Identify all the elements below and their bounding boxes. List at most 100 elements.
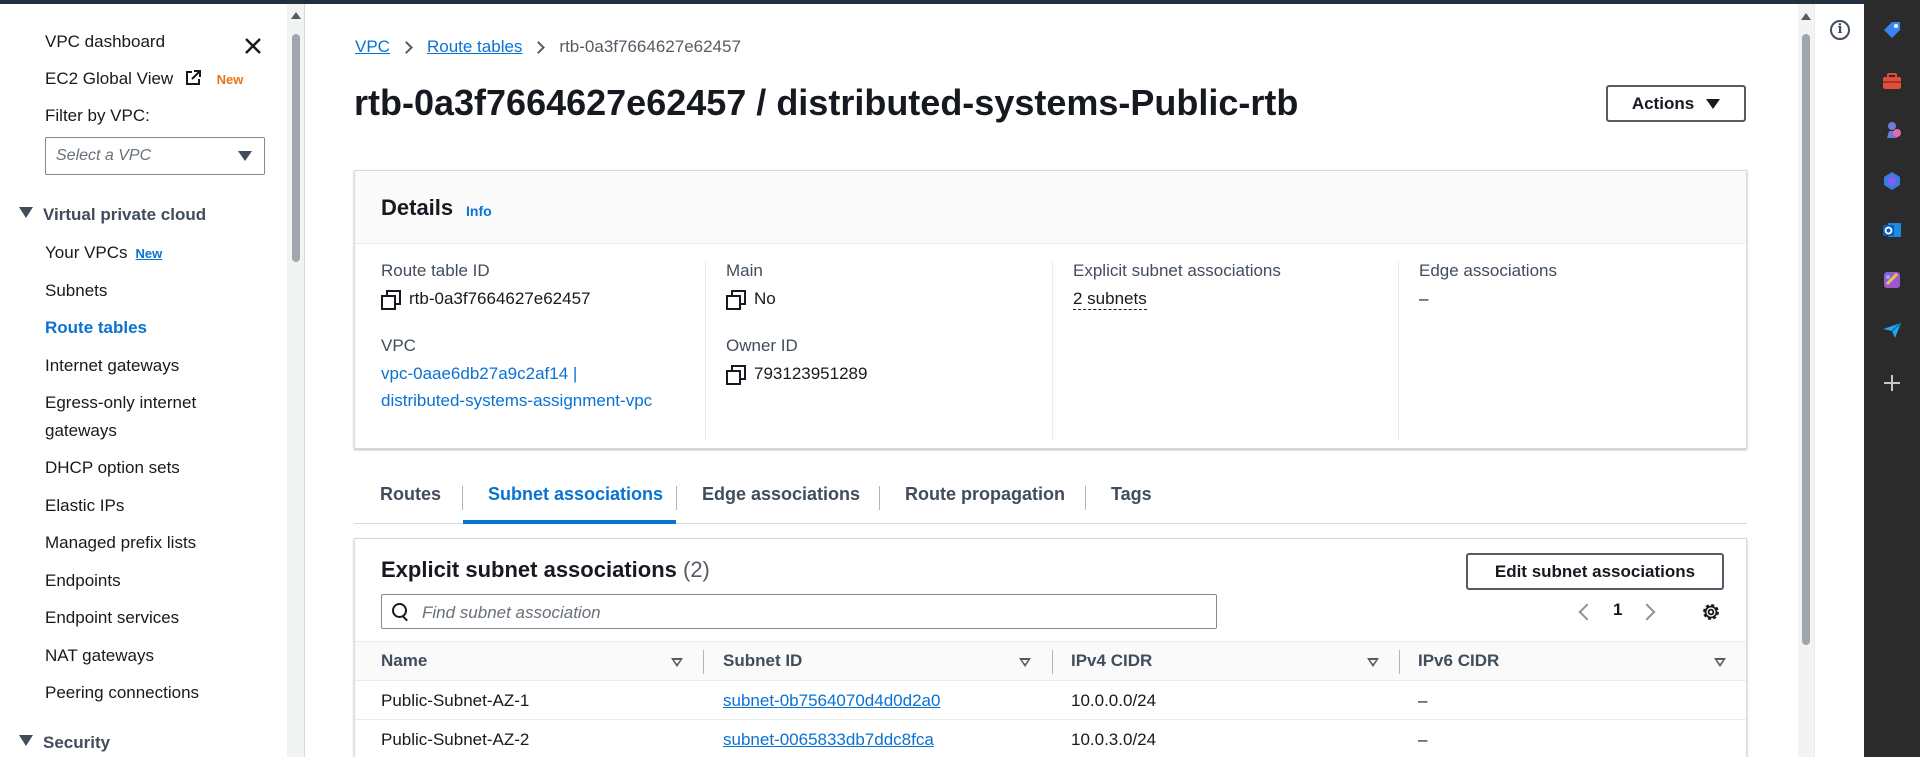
- column-separator[interactable]: [1399, 650, 1400, 674]
- nav-elastic-ips[interactable]: Elastic IPs: [45, 496, 124, 516]
- nav-internet-gateways[interactable]: Internet gateways: [45, 356, 179, 376]
- chess-icon[interactable]: [1881, 119, 1903, 141]
- owner-id-label: Owner ID: [726, 336, 798, 355]
- scroll-up-icon[interactable]: [291, 12, 301, 19]
- copy-icon[interactable]: [726, 290, 746, 310]
- actions-button[interactable]: Actions: [1606, 85, 1746, 122]
- nav-your-vpcs[interactable]: Your VPCs New: [45, 243, 162, 263]
- owner-id-value: 793123951289: [726, 364, 867, 385]
- chevron-right-icon[interactable]: [1638, 603, 1656, 621]
- breadcrumb-current: rtb-0a3f7664627e62457: [559, 37, 741, 56]
- vpc-link-line1[interactable]: vpc-0aae6db27a9c2af14 |: [381, 364, 577, 384]
- browser-sidebar: [1864, 0, 1920, 757]
- cell-ipv4: 10.0.3.0/24: [1071, 730, 1157, 749]
- sort-icon[interactable]: [1019, 658, 1031, 667]
- tab-routes[interactable]: Routes: [380, 484, 441, 505]
- subnet-associations-table: Explicit subnet associations (2) Edit su…: [354, 538, 1747, 757]
- table-title: Explicit subnet associations (2): [381, 557, 710, 583]
- tab-edge-associations[interactable]: Edge associations: [702, 484, 860, 505]
- details-header: Details Info: [355, 171, 1746, 244]
- info-link[interactable]: Info: [466, 203, 492, 219]
- toolbox-icon[interactable]: [1881, 70, 1903, 92]
- scroll-thumb[interactable]: [1802, 34, 1810, 645]
- tab-separator: [462, 486, 463, 510]
- nav-endpoints[interactable]: Endpoints: [45, 571, 121, 591]
- vpc-filter-select[interactable]: Select a VPC: [45, 137, 265, 175]
- nav-scrollbar[interactable]: [287, 4, 305, 757]
- cell-ipv6: –: [1418, 730, 1428, 749]
- main-scrollbar[interactable]: [1798, 4, 1814, 757]
- nav-egress-only-internet-gateways-cont[interactable]: gateways: [45, 421, 117, 441]
- table-row[interactable]: Public-Subnet-AZ-1 subnet-0b7564070d4d0d…: [355, 681, 1746, 720]
- copy-icon[interactable]: [381, 290, 401, 310]
- designer-icon[interactable]: [1881, 269, 1903, 291]
- close-icon[interactable]: [241, 34, 265, 58]
- section-label: Security: [43, 733, 111, 752]
- active-tab-indicator: [463, 520, 676, 524]
- scroll-thumb[interactable]: [292, 34, 300, 262]
- tab-tags[interactable]: Tags: [1111, 484, 1152, 505]
- chevron-left-icon[interactable]: [1578, 603, 1596, 621]
- tab-route-propagation[interactable]: Route propagation: [905, 484, 1065, 505]
- column-header-ipv6-cidr[interactable]: IPv6 CIDR: [1418, 651, 1499, 671]
- column-separator[interactable]: [703, 650, 704, 674]
- table-row[interactable]: Public-Subnet-AZ-2 subnet-0065833db7ddc8…: [355, 720, 1746, 757]
- explicit-associations-value[interactable]: 2 subnets: [1073, 289, 1147, 310]
- caret-down-icon: [19, 735, 33, 746]
- column-header-subnet-id[interactable]: Subnet ID: [723, 651, 802, 671]
- chevron-right-icon: [532, 40, 546, 54]
- outlook-icon[interactable]: [1881, 219, 1903, 241]
- cell-name: Public-Subnet-AZ-2: [381, 730, 530, 749]
- column-header-ipv4-cidr[interactable]: IPv4 CIDR: [1071, 651, 1152, 671]
- nav-vpc-dashboard[interactable]: VPC dashboard: [45, 32, 165, 52]
- column-header-name[interactable]: Name: [381, 651, 427, 671]
- info-icon[interactable]: i: [1830, 20, 1850, 40]
- section-label: Virtual private cloud: [43, 205, 207, 224]
- details-col-1: Route table ID rtb-0a3f7664627e62457 VPC…: [355, 261, 695, 441]
- nav-peering-connections[interactable]: Peering connections: [45, 683, 199, 703]
- details-heading: Details: [381, 195, 454, 220]
- tab-separator: [676, 486, 677, 510]
- search-placeholder: Find subnet association: [422, 603, 601, 622]
- nav-managed-prefix-lists[interactable]: Managed prefix lists: [45, 533, 196, 553]
- pagination: 1: [1573, 597, 1673, 627]
- nav-route-tables[interactable]: Route tables: [45, 318, 147, 338]
- nav-endpoint-services[interactable]: Endpoint services: [45, 608, 179, 628]
- section-virtual-private-cloud[interactable]: Virtual private cloud: [19, 205, 206, 225]
- cell-subnet-id-link[interactable]: subnet-0065833db7ddc8fca: [723, 730, 934, 750]
- scroll-up-icon[interactable]: [1801, 13, 1811, 20]
- sort-icon[interactable]: [1714, 658, 1726, 667]
- tab-subnet-associations[interactable]: Subnet associations: [488, 484, 663, 505]
- details-panel: Details Info Route table ID rtb-0a3f7664…: [354, 170, 1747, 449]
- explicit-associations-text: 2 subnets: [1073, 289, 1147, 310]
- page-number[interactable]: 1: [1613, 600, 1622, 620]
- plus-icon[interactable]: [1882, 373, 1902, 393]
- edit-subnet-associations-button[interactable]: Edit subnet associations: [1466, 553, 1724, 590]
- cell-subnet-id-link[interactable]: subnet-0b7564070d4d0d2a0: [723, 691, 940, 711]
- nav-ec2-global-view[interactable]: EC2 Global View New: [45, 69, 243, 89]
- main-value: No: [726, 289, 776, 310]
- nav-nat-gateways[interactable]: NAT gateways: [45, 646, 154, 666]
- copy-icon[interactable]: [726, 365, 746, 385]
- utility-panel: i: [1814, 4, 1864, 757]
- vpc-link-line2[interactable]: distributed-systems-assignment-vpc: [381, 391, 652, 411]
- sort-icon[interactable]: [1367, 658, 1379, 667]
- new-badge: New: [135, 246, 163, 261]
- gear-icon[interactable]: [1700, 601, 1722, 623]
- table-title-text: Explicit subnet associations: [381, 557, 677, 582]
- vpc-label: VPC: [381, 336, 416, 355]
- tag-icon[interactable]: [1881, 19, 1903, 41]
- nav-subnets[interactable]: Subnets: [45, 281, 107, 301]
- section-security[interactable]: Security: [19, 733, 110, 753]
- external-link-icon: [185, 70, 201, 85]
- breadcrumb-route-tables[interactable]: Route tables: [427, 37, 522, 57]
- nav-dhcp-option-sets[interactable]: DHCP option sets: [45, 458, 180, 478]
- copilot-icon[interactable]: [1881, 170, 1903, 192]
- send-icon[interactable]: [1881, 319, 1903, 341]
- search-input[interactable]: Find subnet association: [381, 594, 1217, 629]
- breadcrumb-vpc[interactable]: VPC: [355, 37, 390, 57]
- sort-icon[interactable]: [671, 658, 683, 667]
- nav-egress-only-internet-gateways[interactable]: Egress-only internet: [45, 393, 196, 413]
- nav-item-label: Your VPCs: [45, 243, 128, 262]
- column-separator[interactable]: [1052, 650, 1053, 674]
